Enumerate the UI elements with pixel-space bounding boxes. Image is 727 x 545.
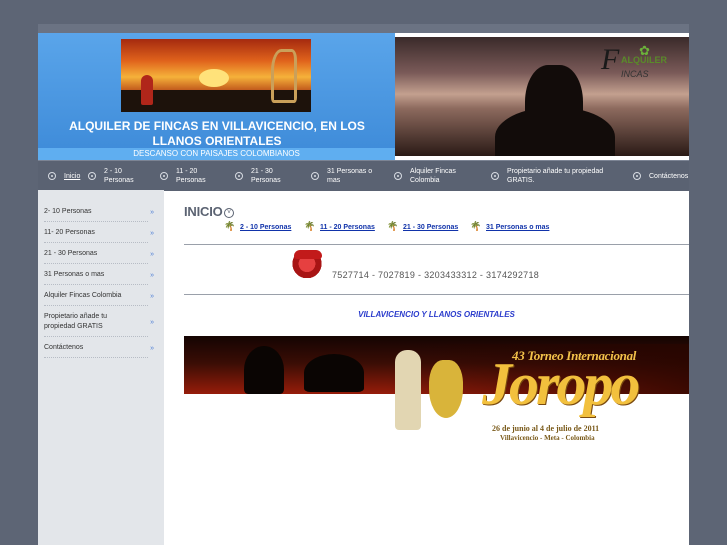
nav-item-label: Alquiler Fincas Colombia — [410, 168, 456, 184]
sidebar: 2- 10 Personas » 11- 20 Personas » 21 - … — [38, 190, 164, 545]
palm-silhouette — [304, 354, 364, 392]
fincas-logo[interactable]: F ✿ ALQUILER INCAS — [599, 43, 687, 83]
double-arrow-icon: » — [150, 208, 154, 216]
divider — [184, 294, 689, 295]
chevron-down-icon[interactable]: ˅ — [224, 208, 234, 218]
palm-tree-icon: 🌴 — [387, 221, 399, 231]
double-arrow-icon: » — [150, 344, 154, 352]
site-subtitle: DESCANSO CON PAISAJES COLOMBIANOS — [38, 148, 395, 160]
nav-item-label: Contáctenos — [649, 172, 689, 180]
dancer-shape — [141, 75, 153, 105]
link-11-20[interactable]: 11 - 20 Personas — [320, 224, 375, 231]
sidebar-item-contactenos[interactable]: Contáctenos » — [44, 340, 154, 358]
sidebar-item-2-10[interactable]: 2- 10 Personas » — [44, 204, 154, 222]
palm-silhouette — [244, 346, 284, 394]
sidebar-menu: 2- 10 Personas » 11- 20 Personas » 21 - … — [44, 204, 154, 358]
phone-numbers: 7527714 - 7027819 - 3203433312 - 3174292… — [332, 270, 540, 280]
sidebar-item-label: Contáctenos — [44, 344, 84, 351]
sidebar-item-21-30[interactable]: 21 - 30 Personas » — [44, 246, 154, 264]
rider-silhouette — [525, 65, 583, 156]
logo-letter: F — [601, 43, 620, 76]
double-arrow-icon: » — [150, 292, 154, 300]
palm-tree-icon: 🌴 — [470, 221, 482, 231]
nav-item-2-10[interactable]: 2 - 10 Personas — [88, 167, 160, 185]
sidebar-item-alquiler-fincas[interactable]: Alquiler Fincas Colombia » — [44, 288, 154, 306]
nav-bullet-icon — [160, 172, 168, 180]
cowboy-photo: F ✿ ALQUILER INCAS — [395, 37, 689, 156]
sidebar-item-11-20[interactable]: 11- 20 Personas » — [44, 225, 154, 243]
site-header: ALQUILER DE FINCAS EN VILLAVICENCIO, EN … — [38, 33, 689, 160]
nav-item-propietario[interactable]: Propietario añade tu propiedad GRATIS. — [491, 167, 633, 185]
sun-shape — [199, 69, 229, 87]
nav-bullet-icon — [311, 172, 319, 180]
site-title: ALQUILER DE FINCAS EN VILLAVICENCIO, EN … — [69, 119, 365, 148]
nav-bullet-icon — [88, 172, 96, 180]
sidebar-item-label: 31 Personas o mas — [44, 271, 105, 278]
sidebar-item-label: Propietario añade tu propiedad GRATIS — [44, 313, 108, 330]
palm-tree-icon: 🌴 — [304, 221, 316, 231]
harp-shape — [271, 49, 297, 103]
nav-item-label: 31 Personas o mas — [327, 168, 373, 184]
sidebar-item-31-mas[interactable]: 31 Personas o mas » — [44, 267, 154, 285]
link-31-mas[interactable]: 31 Personas o mas — [486, 224, 549, 231]
nav-bullet-icon — [394, 172, 402, 180]
logo-top-text: ALQUILER — [621, 55, 667, 65]
nav-bullet-icon — [633, 172, 641, 180]
nav-item-11-20[interactable]: 11 - 20 Personas — [160, 167, 235, 185]
nav-item-contactenos[interactable]: Contáctenos — [633, 172, 688, 181]
nav-item-label: 11 - 20 Personas — [176, 168, 206, 184]
link-2-10[interactable]: 2 - 10 Personas — [240, 224, 291, 231]
nav-item-label: 2 - 10 Personas — [104, 168, 134, 184]
main-content: INICIO ˅ 🌴 2 - 10 Personas 🌴 11 - 20 Per… — [184, 190, 689, 545]
nav-item-31-mas[interactable]: 31 Personas o mas — [311, 167, 394, 185]
sunset-harp-photo — [121, 39, 311, 112]
main-nav: Inicio 2 - 10 Personas 11 - 20 Personas … — [38, 160, 689, 191]
female-dancer-shape — [429, 360, 463, 418]
logo-bottom-text: INCAS — [621, 69, 649, 79]
section-subtitle: VILLAVICENCIO Y LLANOS ORIENTALES — [358, 310, 515, 319]
page-title: INICIO — [184, 204, 223, 219]
male-dancer-shape — [395, 350, 421, 430]
double-arrow-icon: » — [150, 250, 154, 258]
banner-location: Villavicencio - Meta - Colombia — [500, 434, 595, 442]
dancers-image — [389, 340, 469, 436]
header-left-panel: ALQUILER DE FINCAS EN VILLAVICENCIO, EN … — [38, 33, 395, 160]
page-container: ALQUILER DE FINCAS EN VILLAVICENCIO, EN … — [38, 24, 689, 545]
sidebar-item-label: 11- 20 Personas — [44, 229, 95, 236]
nav-bullet-icon — [491, 172, 499, 180]
banner-dates: 26 de junio al 4 de julio de 2011 — [492, 424, 600, 433]
joropo-banner: 43 Torneo Internacional Joropo 26 de jun… — [184, 336, 689, 444]
double-arrow-icon: » — [150, 271, 154, 279]
palm-tree-icon: 🌴 — [224, 221, 236, 231]
double-arrow-icon: » — [150, 229, 154, 237]
nav-item-label: Inicio — [64, 172, 81, 180]
nav-item-21-30[interactable]: 21 - 30 Personas — [235, 167, 311, 185]
sidebar-item-label: 21 - 30 Personas — [44, 250, 98, 257]
nav-item-alquiler-fincas[interactable]: Alquiler Fincas Colombia — [394, 167, 491, 185]
sidebar-item-label: Alquiler Fincas Colombia — [44, 292, 122, 299]
category-links: 🌴 2 - 10 Personas 🌴 11 - 20 Personas 🌴 2… — [224, 221, 604, 238]
link-21-30[interactable]: 21 - 30 Personas — [403, 224, 458, 231]
telephone-handset-icon — [294, 250, 322, 259]
banner-title: Joropo — [482, 351, 640, 417]
nav-item-inicio[interactable]: Inicio — [48, 172, 88, 181]
nav-item-label: 21 - 30 Personas — [251, 168, 281, 184]
sidebar-item-label: 2- 10 Personas — [44, 208, 92, 215]
double-arrow-icon: » — [150, 318, 154, 326]
top-strip — [38, 24, 689, 33]
nav-bullet-icon — [235, 172, 243, 180]
nav-item-label: Propietario añade tu propiedad GRATIS. — [507, 168, 604, 184]
nav-bullet-icon — [48, 172, 56, 180]
divider — [184, 244, 689, 245]
sidebar-item-propietario[interactable]: Propietario añade tu propiedad GRATIS » — [44, 309, 154, 337]
